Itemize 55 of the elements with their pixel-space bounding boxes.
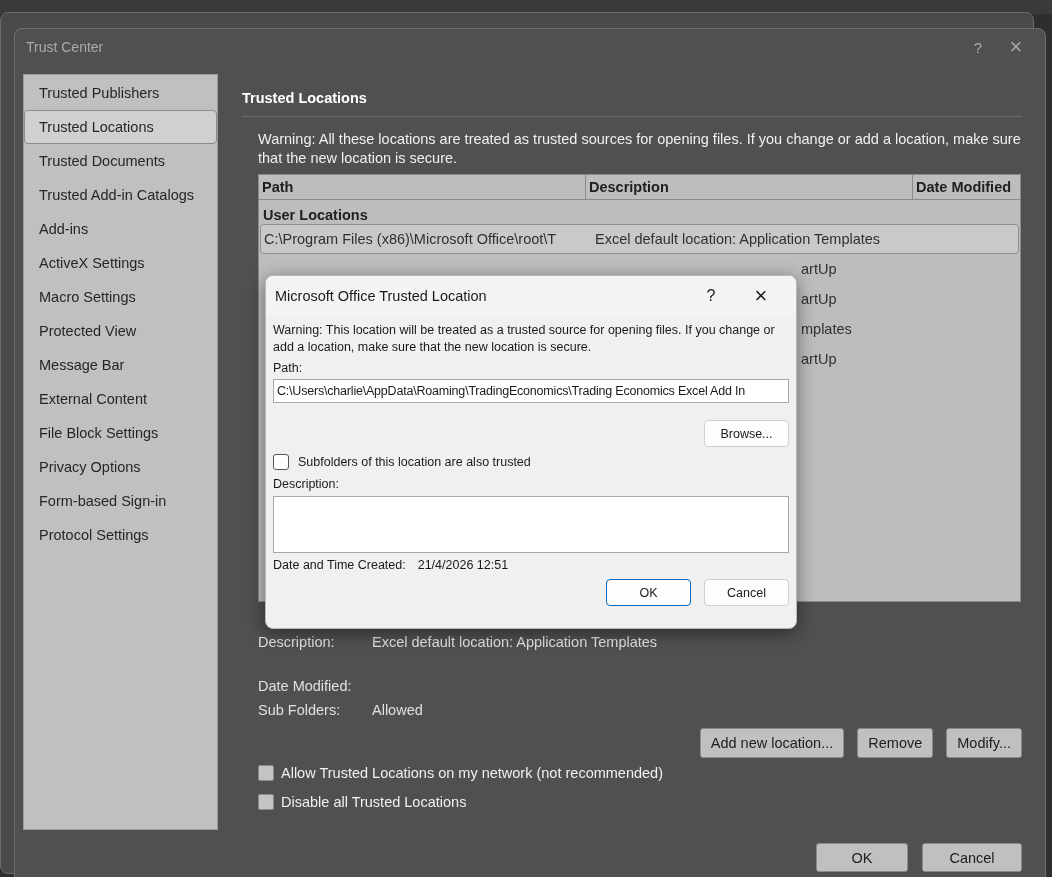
ok-button[interactable]: OK [816,843,908,872]
section-title: Trusted Locations [242,90,1022,117]
dialog-title: Microsoft Office Trusted Location [275,288,488,304]
close-button[interactable]: × [736,283,786,309]
help-button[interactable]: ? [686,287,736,305]
detail-label: Description: [258,634,336,650]
ok-button[interactable]: OK [606,579,691,606]
sidebar-item[interactable]: Trusted Documents [24,144,217,178]
detail-label: Sub Folders: [258,702,342,718]
cancel-button[interactable]: Cancel [704,579,789,606]
column-header[interactable]: Date Modified [913,175,1020,199]
description-label: Description: [273,476,340,493]
column-header[interactable]: Path [259,175,586,199]
path-field[interactable]: C:\Users\charlie\AppData\Roaming\TradingEconomics\Trading Economics Excel Add In [273,379,789,403]
action-button[interactable]: Remove [857,728,934,758]
sidebar-item[interactable]: Add-ins [24,212,217,246]
column-header[interactable]: Description [586,175,913,199]
description-field[interactable] [273,496,789,553]
sidebar-item[interactable]: Macro Settings [24,280,217,314]
checkbox-label: Allow Trusted Locations on my network (not recommended) [281,764,663,781]
warning-text: Warning: This location will be treated as a trusted source for opening files. If you change or add a location, make sure that the new location is secure. [273,322,776,356]
path-label: Path: [273,360,304,377]
sidebar-item[interactable]: Trusted Locations [24,110,217,144]
checkbox-label: Subfolders of this location are also trusted [298,455,531,469]
group-heading: User Locations [262,206,369,224]
detail-value: Allowed [372,702,423,718]
sidebar-item[interactable]: File Block Settings [24,416,217,450]
window-title: Trust Center [26,39,105,55]
sidebar-item[interactable]: Trusted Add-in Catalogs [24,178,217,212]
table-cell: C:\Program Files (x86)\Microsoft Office\root\T [264,231,557,247]
table-cell: Excel default location: Application Templates [595,231,881,247]
cancel-button[interactable]: Cancel [922,843,1022,872]
checkbox[interactable] [258,764,274,781]
created-label: Date and Time Created: [273,558,406,572]
action-button[interactable]: Add new location... [699,728,845,758]
checkbox[interactable] [258,793,274,810]
sidebar-item[interactable]: Form-based Sign-in [24,484,217,518]
detail-value: Excel default location: Application Templates [372,634,658,650]
created-value: 21/4/2026 12:51 [417,558,509,572]
sidebar-item[interactable]: External Content [24,382,217,416]
action-button[interactable]: Modify... [946,728,1022,758]
sidebar-item[interactable]: Privacy Options [24,450,217,484]
sidebar-item[interactable]: Trusted Publishers [24,76,217,110]
detail-label: Date Modified: [258,678,353,694]
checkbox[interactable] [273,454,289,470]
table-row[interactable]: C:\Program Files (x86)\Microsoft Office\root\T Excel default location: Application Templates [260,224,1019,254]
help-button[interactable]: ? [959,38,997,56]
sidebar-item[interactable]: Protected View [24,314,217,348]
sidebar-item[interactable]: Protocol Settings [24,518,217,552]
sidebar-item[interactable]: ActiveX Settings [24,246,217,280]
browse-button[interactable]: Browse... [704,420,789,447]
sidebar-item[interactable]: Message Bar [24,348,217,382]
table-cell: artUp [801,261,837,277]
warning-text: Warning: All these locations are treated as trusted sources for opening files. If you change or add a location, make sure that the new location is secure. [257,130,1022,168]
checkbox-label: Disable all Trusted Locations [281,793,467,810]
